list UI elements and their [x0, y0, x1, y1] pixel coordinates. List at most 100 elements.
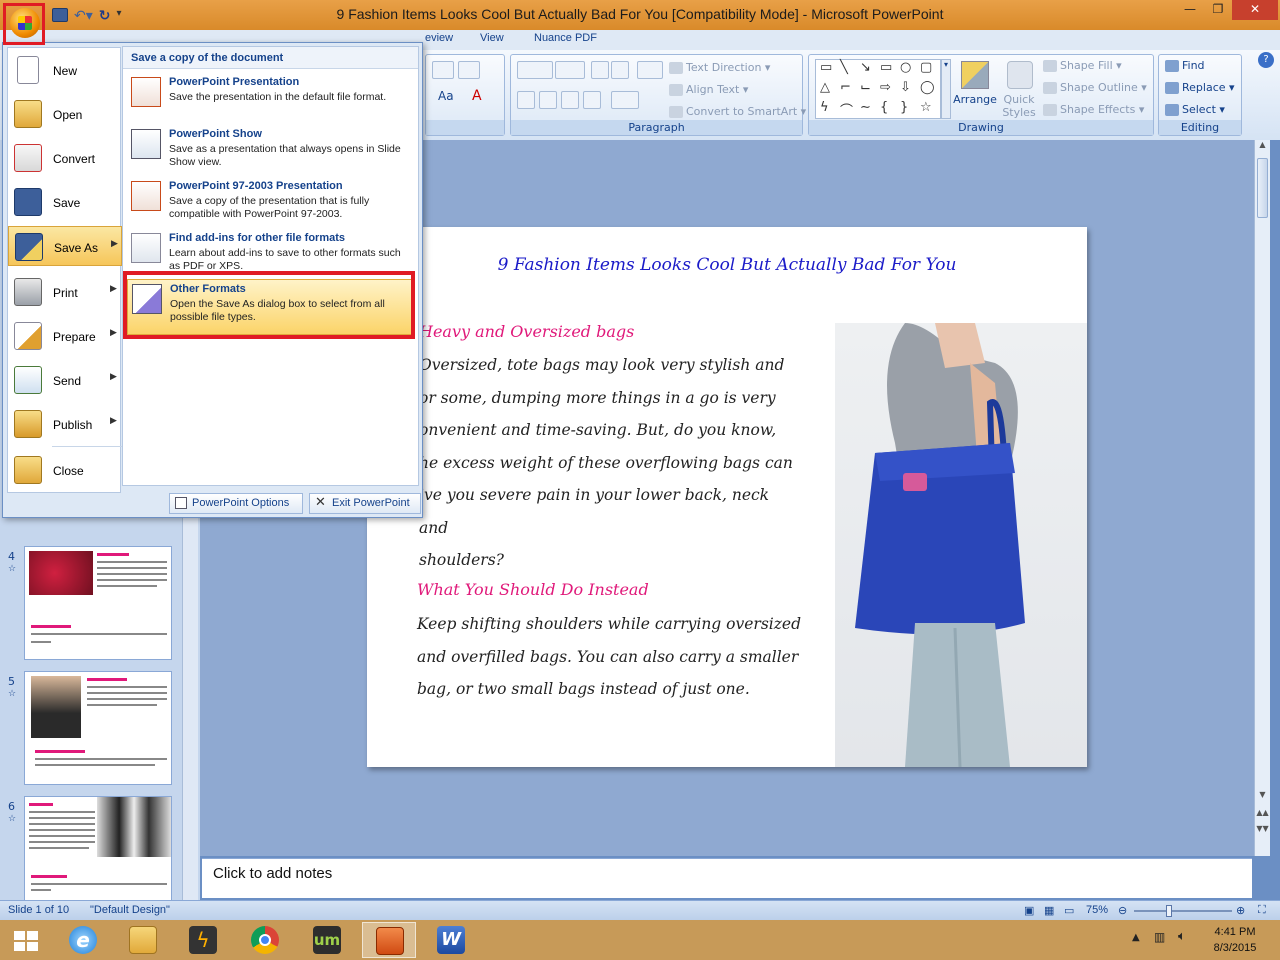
quick-styles-button[interactable]: Quick Styles [999, 59, 1039, 119]
increase-indent-icon[interactable] [611, 61, 629, 79]
line-spacing-icon[interactable] [637, 61, 663, 79]
previous-slide-icon[interactable]: ▲▲ [1255, 808, 1270, 824]
menu-save-as[interactable]: Save As ▶ [8, 226, 122, 266]
exit-powerpoint-button[interactable]: ✕ Exit PowerPoint [309, 493, 421, 514]
menu-open[interactable]: Open [8, 94, 122, 134]
find-button[interactable]: Find [1165, 59, 1205, 72]
fit-to-window-icon[interactable]: ⛶ [1258, 904, 1266, 917]
brace-right-shape-icon[interactable]: } [900, 100, 908, 115]
slide-thumb-5[interactable] [24, 671, 172, 785]
scroll-up-icon[interactable]: ▲ [1255, 140, 1270, 156]
menu-print[interactable]: Print ▶ [8, 272, 122, 312]
tab-review[interactable]: eview [425, 32, 453, 44]
ribbon-help-icon[interactable]: ? [1258, 52, 1274, 68]
qat-customize-icon[interactable]: ▾ [117, 8, 122, 22]
next-slide-icon[interactable]: ▼▼ [1255, 824, 1270, 840]
slideshow-view-icon[interactable]: ▭ [1064, 904, 1074, 917]
qat-save-icon[interactable] [52, 8, 68, 22]
slide-heading-1[interactable]: Heavy and Oversized bags [419, 322, 634, 341]
down-arrow-shape-icon[interactable]: ⇩ [900, 80, 911, 95]
font-color-button[interactable]: A [472, 88, 482, 104]
taskbar-file-explorer[interactable] [116, 922, 170, 958]
taskbar-winamp[interactable]: ϟ [176, 922, 230, 958]
shapes-more-icon[interactable]: ▾ [941, 59, 951, 119]
shapes-gallery[interactable]: ▭ ╲ ↘ ▭ ○ ▢ △ ⌐ ⌙ ⇨ ⇩ ◯ ϟ ⌒ ∼ { } ☆ [815, 59, 941, 119]
slide-thumb-6[interactable] [24, 796, 172, 910]
zoom-level[interactable]: 75% [1086, 904, 1108, 916]
shape-outline-button[interactable]: Shape Outline ▾ [1043, 81, 1147, 94]
change-case-button[interactable]: Aa [438, 89, 454, 103]
align-left-icon[interactable] [517, 91, 535, 109]
menu-prepare[interactable]: Prepare ▶ [8, 316, 122, 356]
menu-save[interactable]: Save [8, 182, 122, 222]
taskbar-word[interactable]: W [424, 922, 478, 958]
slide-body-1[interactable]: Oversized, tote bags may look very styli… [419, 349, 799, 577]
slide-thumb-4[interactable] [24, 546, 172, 660]
callout-shape-icon[interactable]: ◯ [920, 80, 935, 95]
office-button[interactable] [3, 3, 45, 45]
slide-vertical-scrollbar[interactable]: ▲ ▼ ▲▲ ▼▼ [1254, 140, 1270, 856]
lightning-shape-icon[interactable]: ϟ [820, 100, 829, 115]
font-grow-icon[interactable] [432, 61, 454, 79]
convert-smartart-button[interactable]: Convert to SmartArt ▾ [669, 105, 806, 118]
taskbar-internet-explorer[interactable]: e [56, 922, 110, 958]
select-button[interactable]: Select ▾ [1165, 103, 1225, 116]
shape-fill-button[interactable]: Shape Fill ▾ [1043, 59, 1122, 72]
save-as-powerpoint-show[interactable]: PowerPoint Show Save as a presentation t… [127, 125, 415, 175]
menu-close[interactable]: Close [8, 450, 122, 490]
menu-send[interactable]: Send ▶ [8, 360, 122, 400]
powerpoint-options-button[interactable]: PowerPoint Options [169, 493, 303, 514]
elbow-arrow-shape-icon[interactable]: ⌙ [860, 80, 871, 95]
notes-pane[interactable]: Click to add notes [202, 858, 1252, 898]
menu-convert[interactable]: Convert [8, 138, 122, 178]
bullets-icon[interactable] [517, 61, 553, 79]
qat-undo-icon[interactable]: ↶▾ [74, 8, 93, 24]
slide-sorter-icon[interactable]: ▦ [1044, 904, 1054, 917]
textbox-shape-icon[interactable]: ▭ [820, 60, 832, 75]
rectangle-shape-icon[interactable]: ▭ [880, 60, 892, 75]
scroll-down-icon[interactable]: ▼ [1255, 790, 1270, 806]
scroll-thumb[interactable] [1257, 158, 1268, 218]
text-direction-button[interactable]: Text Direction ▾ [669, 61, 770, 74]
zoom-out-icon[interactable]: ⊖ [1118, 904, 1127, 917]
align-right-icon[interactable] [561, 91, 579, 109]
save-as-powerpoint-presentation[interactable]: PowerPoint Presentation Save the present… [127, 73, 415, 123]
arrow-shape-icon[interactable]: ↘ [860, 60, 871, 75]
tab-nuance-pdf[interactable]: Nuance PDF [534, 32, 597, 44]
system-clock[interactable]: 4:41 PM 8/3/2015 [1205, 924, 1265, 956]
elbow-shape-icon[interactable]: ⌐ [840, 80, 851, 95]
replace-button[interactable]: Replace ▾ [1165, 81, 1235, 94]
arrange-button[interactable]: Arrange [953, 59, 997, 119]
network-icon[interactable]: ▥ [1154, 930, 1165, 944]
oval-shape-icon[interactable]: ○ [900, 60, 911, 75]
show-hidden-icons[interactable]: ▲ [1132, 932, 1140, 943]
slide-body-2[interactable]: Keep shifting shoulders while carrying o… [417, 608, 807, 706]
zoom-slider-thumb[interactable] [1166, 905, 1172, 917]
maximize-button[interactable]: ❐ [1204, 0, 1232, 20]
tab-view[interactable]: View [480, 32, 504, 44]
normal-view-icon[interactable]: ▣ [1024, 904, 1034, 917]
brace-left-shape-icon[interactable]: { [880, 100, 888, 115]
volume-icon[interactable]: 🔈︎ [1178, 929, 1186, 944]
start-button[interactable] [0, 922, 54, 958]
zoom-in-icon[interactable]: ⊕ [1236, 904, 1245, 917]
shape-effects-button[interactable]: Shape Effects ▾ [1043, 103, 1144, 116]
qat-redo-icon[interactable]: ↻ [99, 8, 111, 24]
slide-title[interactable]: 9 Fashion Items Looks Cool But Actually … [367, 255, 1087, 275]
taskbar-chrome[interactable] [238, 922, 292, 958]
decrease-indent-icon[interactable] [591, 61, 609, 79]
menu-publish[interactable]: Publish ▶ [8, 404, 122, 444]
curve-shape-icon[interactable]: ∼ [860, 100, 871, 115]
taskbar-powerpoint[interactable] [362, 922, 416, 958]
slide-photo-woman-with-bag[interactable] [835, 323, 1087, 768]
slide-canvas[interactable]: 9 Fashion Items Looks Cool But Actually … [367, 227, 1087, 768]
save-as-powerpoint-97-2003[interactable]: PowerPoint 97-2003 Presentation Save a c… [127, 177, 415, 227]
columns-icon[interactable] [611, 91, 639, 109]
arc-shape-icon[interactable]: ⌒ [840, 100, 853, 119]
triangle-shape-icon[interactable]: △ [820, 80, 830, 95]
taskbar-um-app[interactable]: um [300, 922, 354, 958]
star-shape-icon[interactable]: ☆ [920, 100, 932, 115]
align-text-button[interactable]: Align Text ▾ [669, 83, 748, 96]
zoom-slider[interactable] [1134, 910, 1232, 912]
align-center-icon[interactable] [539, 91, 557, 109]
